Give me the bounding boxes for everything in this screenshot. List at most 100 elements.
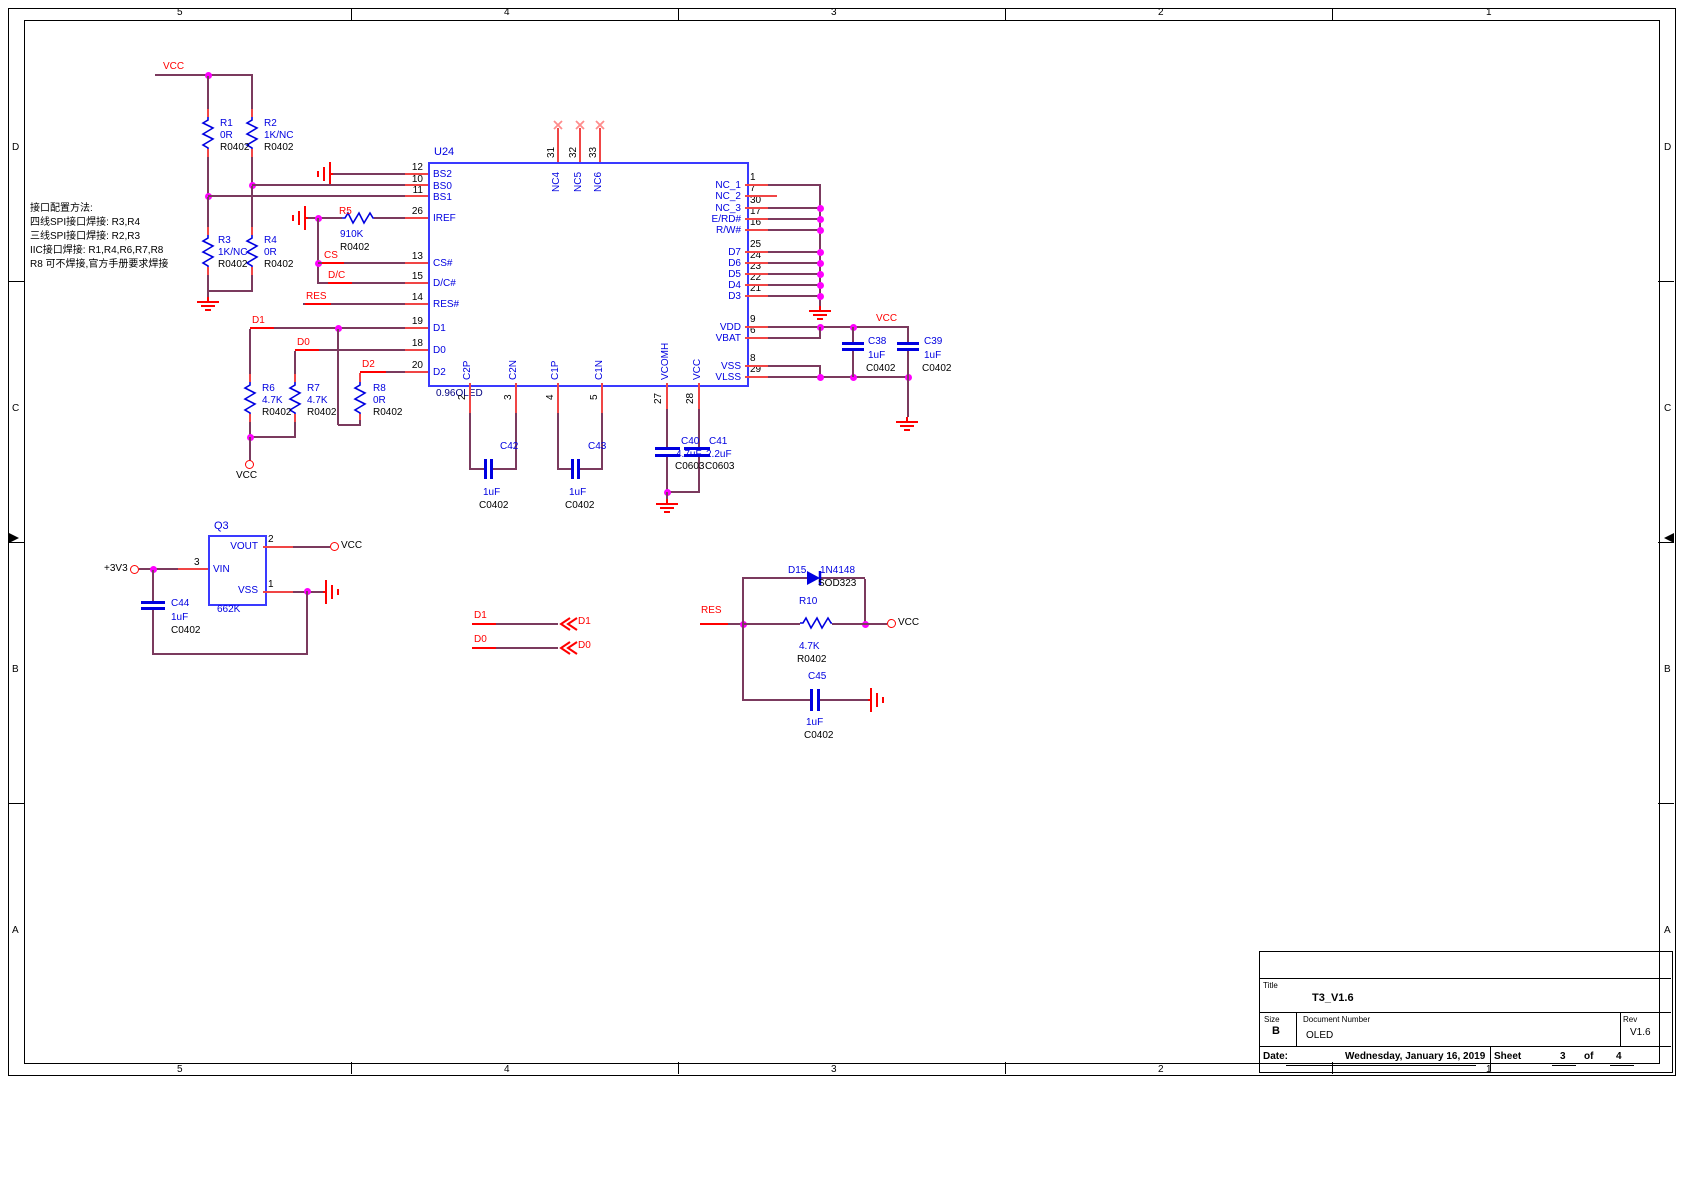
wire xyxy=(768,229,821,231)
c40-footprint: C0603 xyxy=(675,461,704,472)
wire xyxy=(305,303,331,305)
u24-pin-number: 12 xyxy=(403,162,423,173)
resistor-symbol xyxy=(202,117,214,149)
center-marker-icon xyxy=(8,532,20,544)
zone-row: B xyxy=(12,664,19,675)
u24-pin-name: VCC xyxy=(692,359,703,380)
r7-ref: R7 xyxy=(307,383,320,394)
sheet-total: 4 xyxy=(1616,1051,1622,1062)
q3-pin-number: 2 xyxy=(268,534,274,545)
wire xyxy=(864,623,887,625)
wire xyxy=(251,109,253,117)
d15-value: 1N4148 xyxy=(820,565,855,576)
wire xyxy=(1005,8,1006,20)
no-connect-icon xyxy=(595,120,605,130)
wire xyxy=(484,459,487,479)
wire xyxy=(768,365,821,367)
wire xyxy=(152,653,308,655)
wire xyxy=(207,157,209,197)
net-label-dc: D/C xyxy=(328,270,345,281)
net-label-d2: D2 xyxy=(362,359,375,370)
u24-pin-number: 31 xyxy=(546,147,557,158)
size-value: B xyxy=(1272,1026,1280,1037)
zone-col: 2 xyxy=(1158,1064,1164,1075)
u24-pin-number: 14 xyxy=(403,292,423,303)
earth-ground-icon xyxy=(868,687,890,713)
d15-footprint: SOD323 xyxy=(818,578,856,589)
junction-dot xyxy=(817,282,824,289)
date-label: Date: xyxy=(1263,1051,1288,1062)
wire xyxy=(864,579,866,625)
wire xyxy=(579,128,581,162)
r4-value: 0R xyxy=(264,247,277,258)
wire xyxy=(469,468,485,470)
u24-pin-name: RES# xyxy=(433,299,459,310)
wire xyxy=(405,303,428,305)
wire xyxy=(745,284,768,286)
note-line: 四线SPI接口焊接: R3,R4 xyxy=(30,217,140,228)
wire xyxy=(678,8,679,20)
wire xyxy=(405,349,428,351)
c39-value: 1uF xyxy=(924,350,941,361)
wire xyxy=(678,1062,679,1074)
wire xyxy=(852,351,854,377)
label xyxy=(896,417,918,430)
wire xyxy=(907,377,909,417)
q3-pin-name: VOUT xyxy=(222,541,258,552)
r7-value: 4.7K xyxy=(307,395,328,406)
port-label-3v3: +3V3 xyxy=(104,563,128,574)
wire xyxy=(742,623,800,625)
wire xyxy=(1490,1046,1491,1071)
net-label-vcc: VCC xyxy=(876,313,897,324)
wire xyxy=(294,414,296,422)
u24-pin-name: BS2 xyxy=(433,169,452,180)
wire xyxy=(557,468,572,470)
r1-value: 0R xyxy=(220,130,233,141)
wire xyxy=(907,351,909,377)
wire xyxy=(1610,1065,1634,1066)
wire xyxy=(333,173,405,175)
wire xyxy=(293,546,330,548)
wire xyxy=(139,568,178,570)
u24-pin-number: 11 xyxy=(403,185,423,196)
zone-row: D xyxy=(12,142,19,153)
wire xyxy=(251,275,253,291)
wire xyxy=(745,337,768,339)
resistor-symbol xyxy=(246,235,258,267)
label xyxy=(247,235,257,267)
zone-col: 4 xyxy=(504,7,510,18)
r3-value: 1K/NC xyxy=(218,247,247,258)
wire xyxy=(351,1062,352,1074)
r8-ref: R8 xyxy=(373,383,386,394)
wire xyxy=(1286,1065,1476,1066)
c41-ref: C41 xyxy=(709,436,727,447)
u24-pin-name: VBAT xyxy=(681,333,741,344)
wire xyxy=(745,195,777,197)
wire xyxy=(1005,1062,1006,1074)
zone-col: 2 xyxy=(1158,7,1164,18)
size-label: Size xyxy=(1264,1014,1280,1025)
port-label-vcc: VCC xyxy=(341,540,362,551)
q3-ref: Q3 xyxy=(214,521,229,532)
ground-icon xyxy=(808,306,832,324)
net-label-vcc: VCC xyxy=(163,61,184,72)
wire xyxy=(472,623,496,625)
r5-footprint: R0402 xyxy=(340,242,369,253)
wire xyxy=(337,329,339,425)
wire xyxy=(745,218,768,220)
wire xyxy=(810,689,813,711)
junction-dot xyxy=(817,205,824,212)
wire xyxy=(852,327,854,342)
wire xyxy=(745,184,768,186)
port-label-vcc: VCC xyxy=(898,617,919,628)
r6-ref: R6 xyxy=(262,383,275,394)
ground-icon xyxy=(196,297,220,315)
u24-pin-name: VDD xyxy=(681,322,741,333)
wire xyxy=(252,184,405,186)
rev-label: Rev xyxy=(1623,1014,1637,1025)
r3-ref: R3 xyxy=(218,235,231,246)
q3-pin-name: VSS xyxy=(222,585,258,596)
wire xyxy=(745,207,768,209)
port-label-vcc: VCC xyxy=(236,470,257,481)
wire xyxy=(515,383,517,413)
